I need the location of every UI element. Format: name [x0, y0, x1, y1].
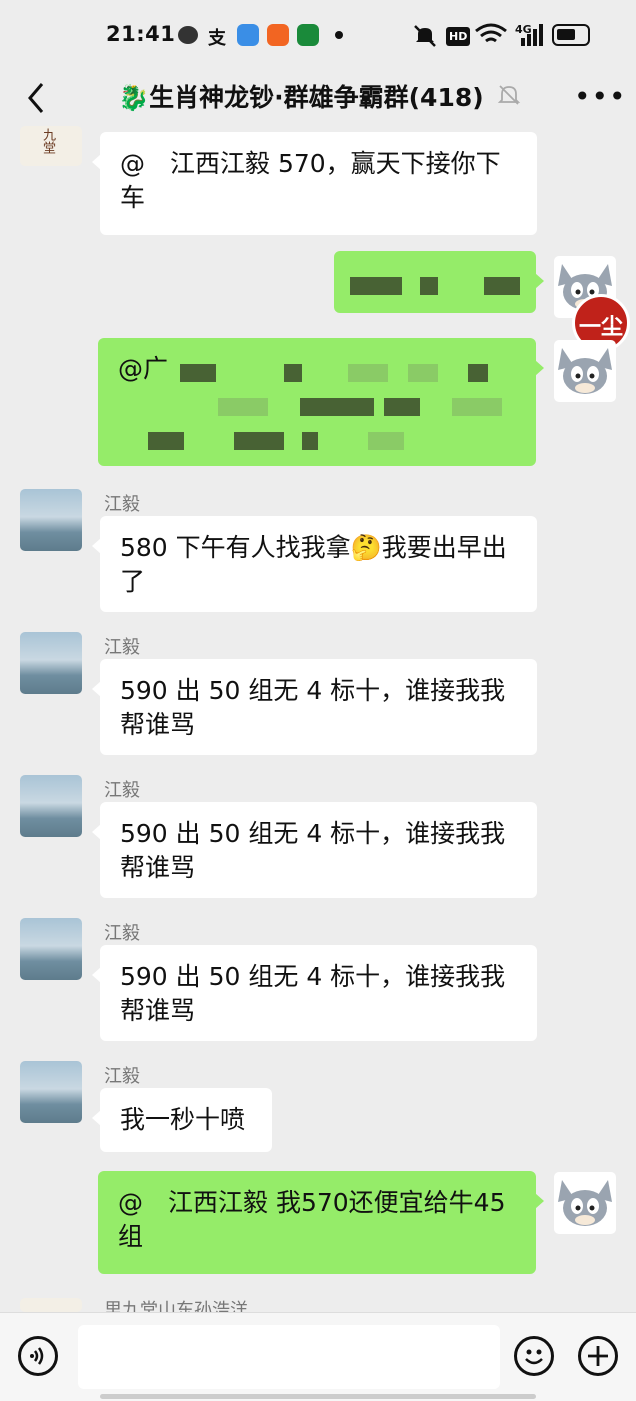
sender-name: 江毅	[104, 923, 140, 944]
message-bubble[interactable]: 590 出 50 组无 4 标十，谁接我我帮谁骂	[92, 802, 537, 898]
more-dots-icon[interactable]: •••	[574, 80, 627, 113]
sender-name: 江毅	[104, 637, 140, 658]
message-text: @广	[118, 354, 169, 383]
bell-off-icon	[497, 83, 521, 107]
voice-icon[interactable]	[18, 1336, 58, 1376]
avatar[interactable]	[20, 489, 82, 551]
chevron-left-icon[interactable]	[22, 76, 52, 116]
status-bar: 21:41 支 HD 4G	[0, 0, 636, 70]
sender-name: 江毅	[104, 780, 140, 801]
mute-status-icon	[412, 24, 436, 47]
signal-icon	[519, 24, 543, 46]
message-text: 590 出 50 组无 4 标十，谁接我我帮谁骂	[120, 819, 506, 882]
input-bar	[0, 1312, 636, 1401]
message-bubble[interactable]: @广	[98, 338, 544, 466]
message-bubble[interactable]: 590 出 50 组无 4 标十，谁接我我帮谁骂	[92, 659, 537, 755]
avatar[interactable]	[20, 918, 82, 980]
emoji-icon[interactable]	[514, 1336, 554, 1376]
sender-name: 里九堂山东孙浩洋	[104, 1300, 248, 1312]
chat-title-bar: 🐉生肖神龙钞·群雄争霸群(418) •••	[0, 70, 636, 126]
avatar[interactable]	[20, 775, 82, 837]
message-text: @ 江西江毅 我570还便宜给牛45组	[118, 1188, 506, 1251]
plus-icon[interactable]	[578, 1336, 618, 1376]
avatar[interactable]	[554, 1172, 616, 1234]
message-text: 580 下午有人找我拿🤔我要出早出了	[120, 533, 507, 596]
app-icon	[267, 24, 289, 46]
sender-name: 江毅	[104, 1066, 140, 1087]
avatar-text: 九堂	[40, 128, 55, 154]
oppo-icon	[297, 24, 319, 46]
avatar[interactable]	[20, 632, 82, 694]
sender-name: 江毅	[104, 494, 140, 515]
home-indicator	[100, 1394, 536, 1399]
wechat-icon	[178, 26, 198, 44]
wifi-icon	[474, 22, 508, 44]
avatar[interactable]: 九堂	[20, 126, 82, 166]
message-bubble[interactable]: 我一秒十喷	[92, 1088, 272, 1152]
message-text: 我一秒十喷	[120, 1105, 246, 1134]
hd-badge: HD	[446, 27, 471, 46]
message-bubble[interactable]: 580 下午有人找我拿🤔我要出早出了	[92, 516, 537, 612]
weather-icon	[237, 24, 259, 46]
avatar[interactable]	[554, 340, 616, 402]
message-bubble[interactable]: 590 出 50 组无 4 标十，谁接我我帮谁骂	[92, 945, 537, 1041]
dot-icon	[335, 31, 343, 39]
avatar[interactable]	[20, 1061, 82, 1123]
message-text: 590 出 50 组无 4 标十，谁接我我帮谁骂	[120, 676, 506, 739]
chat-title: 🐉生肖神龙钞·群雄争霸群(418)	[118, 83, 484, 112]
avatar[interactable]	[20, 1298, 82, 1312]
message-text: @ 江西江毅 570，赢天下接你下车	[120, 149, 501, 212]
alipay-icon: 支	[208, 28, 226, 49]
status-time: 21:41	[106, 22, 176, 46]
battery-icon	[552, 24, 590, 46]
message-input[interactable]	[78, 1325, 500, 1389]
message-bubble[interactable]: @ 江西江毅 我570还便宜给牛45组	[98, 1171, 544, 1274]
message-bubble[interactable]: @ 江西江毅 570，赢天下接你下车	[92, 132, 537, 235]
message-text: 590 出 50 组无 4 标十，谁接我我帮谁骂	[120, 962, 506, 1025]
message-bubble[interactable]	[334, 251, 544, 313]
